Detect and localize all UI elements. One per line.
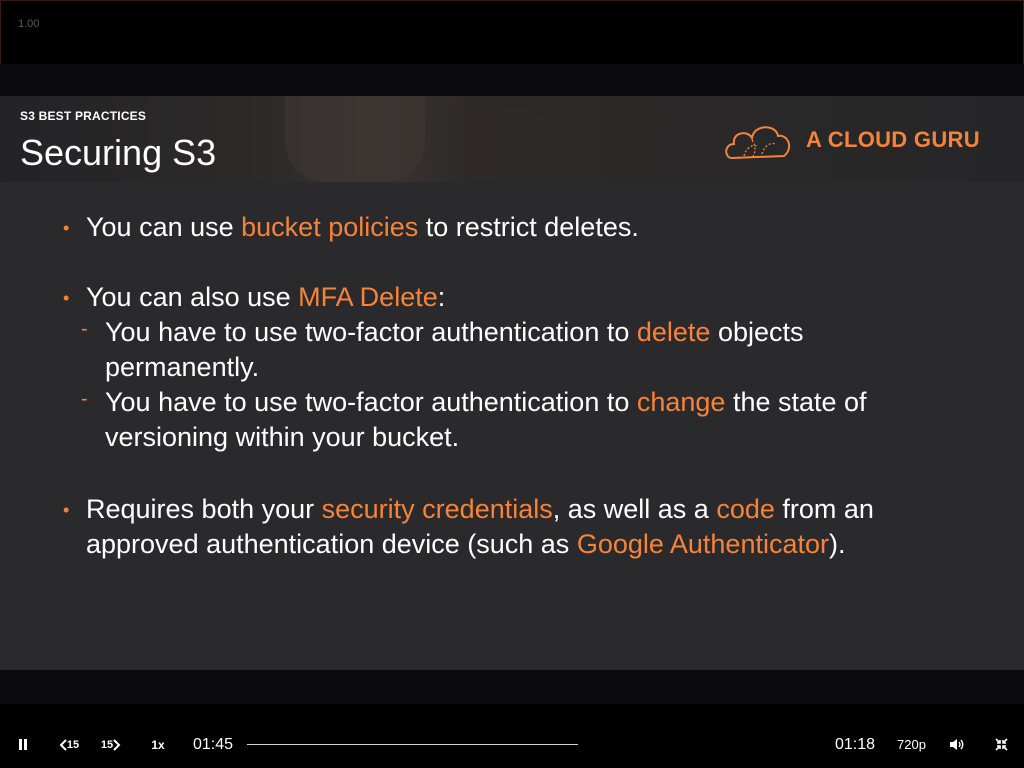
exit-fullscreen-icon xyxy=(994,737,1008,751)
sub-bullet-marker: - xyxy=(81,388,88,410)
rewind-15-icon xyxy=(59,739,67,751)
quality-button[interactable]: 720p xyxy=(897,737,926,752)
brand-logo: A CLOUD GURU xyxy=(722,118,980,162)
pause-button[interactable] xyxy=(14,736,32,752)
brand-name: A CLOUD GURU xyxy=(806,127,980,152)
sub-bullet-1: You have to use two-factor authenticatio… xyxy=(105,317,804,382)
presenter-silhouette xyxy=(285,96,425,182)
remaining-time: 01:18 xyxy=(835,736,876,753)
bullet-marker: • xyxy=(63,288,70,308)
playback-speed-button[interactable]: 1x xyxy=(148,737,168,753)
forward-15-button[interactable]: 15 xyxy=(98,737,124,753)
forward-15-icon xyxy=(113,739,121,751)
rewind-label: 15 xyxy=(66,739,80,751)
bullet-marker: • xyxy=(63,500,70,520)
slide-title: Securing S3 xyxy=(20,132,217,173)
slide-kicker: S3 BEST PRACTICES xyxy=(20,109,147,123)
pause-icon xyxy=(19,738,27,750)
forward-label: 15 xyxy=(100,739,114,751)
video-area[interactable]: S3 BEST PRACTICES Securing S3 A CLOUD GU… xyxy=(0,64,1024,704)
rewind-15-button[interactable]: 15 xyxy=(56,737,82,753)
zoom-label: 1.00 xyxy=(18,18,40,30)
progress-bar[interactable] xyxy=(247,744,578,745)
bullet-marker: • xyxy=(63,218,70,238)
sub-bullet-marker: - xyxy=(81,318,88,340)
elapsed-time: 01:45 xyxy=(193,736,234,753)
volume-icon xyxy=(950,738,964,750)
volume-button[interactable] xyxy=(948,736,966,752)
bullet-3: Requires both your security credentials,… xyxy=(86,494,874,559)
slide-content: • You can use bucket policies to restric… xyxy=(0,182,1024,670)
exit-fullscreen-button[interactable] xyxy=(992,736,1010,752)
player-controls: 15 15 1x 01:45 01:18 720p xyxy=(0,704,1024,768)
slide-header: S3 BEST PRACTICES Securing S3 A CLOUD GU… xyxy=(0,96,1024,182)
bullet-2: You can also use MFA Delete: xyxy=(86,282,446,312)
slide: S3 BEST PRACTICES Securing S3 A CLOUD GU… xyxy=(0,96,1024,670)
presenter-silhouette-2 xyxy=(430,106,550,176)
bullet-1: You can use bucket policies to restrict … xyxy=(86,212,639,242)
sub-bullet-2: You have to use two-factor authenticatio… xyxy=(105,387,867,452)
cloud-logo-icon xyxy=(725,126,791,160)
